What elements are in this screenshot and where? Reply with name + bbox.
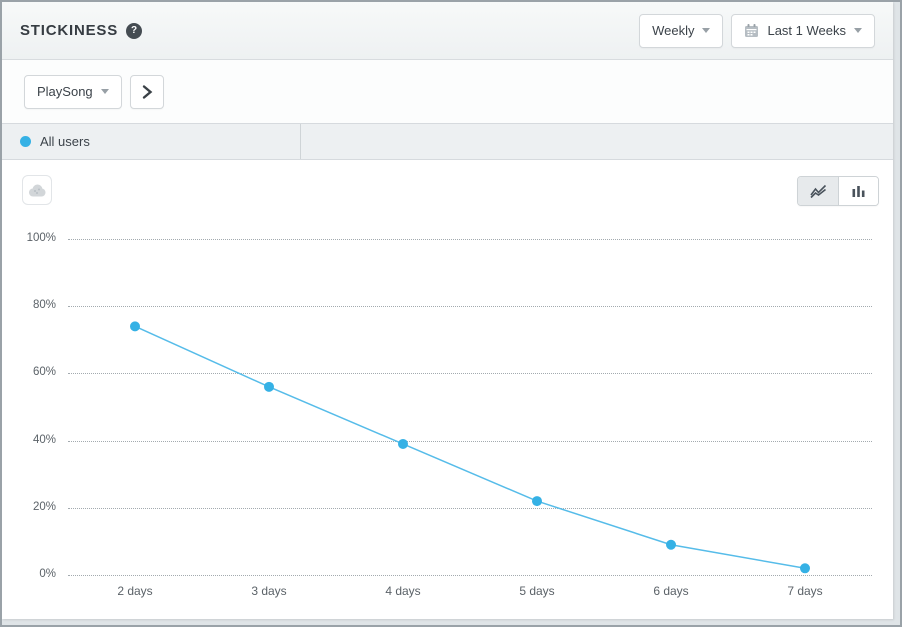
event-toolbar: PlaySong — [2, 60, 893, 123]
y-axis-tick-label: 60% — [33, 366, 56, 378]
x-axis-tick-label: 2 days — [117, 584, 152, 598]
cloud-icon — [28, 184, 46, 197]
legend-item-all-users[interactable]: All users — [2, 124, 301, 159]
help-icon[interactable]: ? — [126, 23, 142, 39]
event-dropdown[interactable]: PlaySong — [24, 75, 122, 109]
data-point[interactable] — [130, 321, 140, 331]
header-controls: Weekly Last 1 Weeks — [639, 14, 875, 48]
plot-area: 0%20%40%60%80%100%2 days3 days4 days5 da… — [68, 239, 872, 575]
snapshot-button[interactable] — [22, 175, 52, 205]
x-axis-tick-label: 5 days — [519, 584, 554, 598]
legend-item-label: All users — [40, 134, 90, 149]
series-line — [135, 326, 805, 568]
interval-dropdown-value: Weekly — [652, 23, 694, 38]
y-axis-tick-label: 20% — [33, 501, 56, 513]
data-point[interactable] — [800, 563, 810, 573]
date-range-dropdown-value: Last 1 Weeks — [767, 23, 846, 38]
y-axis-tick-label: 100% — [27, 232, 56, 244]
y-axis-tick-label: 0% — [39, 568, 56, 580]
date-range-dropdown[interactable]: Last 1 Weeks — [731, 14, 875, 48]
legend-row: All users — [2, 123, 893, 160]
x-axis-tick-label: 6 days — [653, 584, 688, 598]
interval-dropdown[interactable]: Weekly — [639, 14, 723, 48]
header-title-group: STICKINESS ? — [20, 22, 142, 39]
chevron-down-icon — [101, 89, 109, 94]
x-axis-tick-label: 3 days — [251, 584, 286, 598]
data-point[interactable] — [666, 540, 676, 550]
series-color-dot — [20, 136, 31, 147]
line-chart-icon — [810, 184, 827, 199]
legend-row-spacer — [301, 124, 893, 159]
page-title: STICKINESS — [20, 22, 118, 39]
gridline — [68, 575, 872, 576]
next-step-button[interactable] — [130, 75, 164, 109]
chart-section: 0% 20% 40% 60% 80% 100% 2 days 3 days 4 days 5 da… — [2, 160, 893, 619]
data-point[interactable] — [398, 439, 408, 449]
stickiness-card: STICKINESS ? Weekly — [2, 2, 893, 619]
calendar-icon — [744, 23, 759, 38]
chevron-right-icon — [141, 84, 153, 100]
chart-type-toggle — [797, 176, 879, 206]
data-point[interactable] — [264, 382, 274, 392]
line-series — [68, 239, 872, 575]
data-point[interactable] — [532, 496, 542, 506]
header: STICKINESS ? Weekly — [2, 2, 893, 60]
x-axis-tick-label: 7 days — [787, 584, 822, 598]
x-axis-tick-label: 4 days — [385, 584, 420, 598]
bar-chart-toggle[interactable] — [838, 177, 878, 205]
event-dropdown-value: PlaySong — [37, 84, 93, 99]
y-axis-tick-label: 40% — [33, 434, 56, 446]
bar-chart-icon — [851, 184, 866, 198]
chevron-down-icon — [702, 28, 710, 33]
line-chart-toggle[interactable] — [798, 177, 838, 205]
app-window: STICKINESS ? Weekly — [0, 0, 902, 627]
y-axis-tick-label: 80% — [33, 299, 56, 311]
chevron-down-icon — [854, 28, 862, 33]
